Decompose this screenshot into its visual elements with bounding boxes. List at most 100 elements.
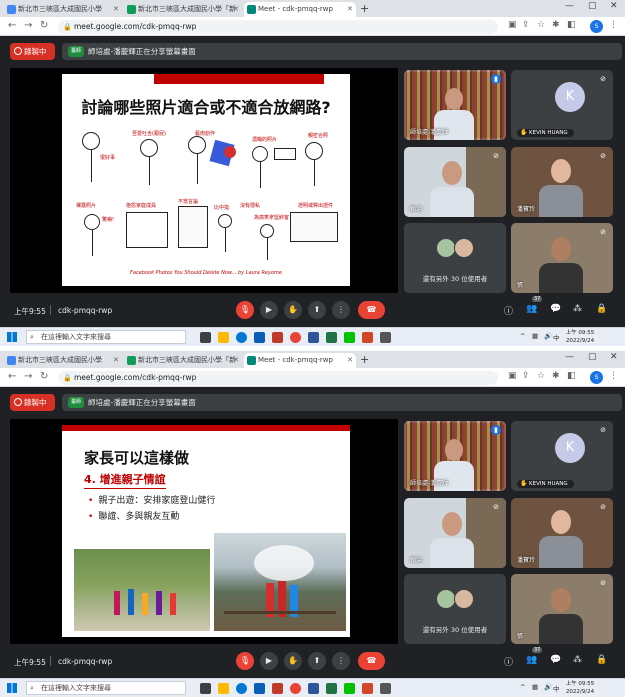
mic-toggle-button[interactable]: 🎙 — [236, 301, 254, 319]
volume-icon[interactable]: 🔊 — [544, 332, 552, 340]
excel-icon[interactable] — [326, 332, 337, 343]
taskbar-clock[interactable]: 上午 09:55 2022/9/24 — [560, 680, 600, 696]
close-icon[interactable]: ✕ — [347, 2, 353, 17]
profile-avatar[interactable]: S — [590, 20, 603, 33]
others-tile[interactable]: 還有另外 30 位使用者 — [404, 223, 506, 293]
close-icon[interactable]: ✕ — [113, 2, 119, 17]
participant-tile-pan[interactable]: ⊘ 潘寶玲 — [511, 147, 613, 217]
sidepanel-icon[interactable]: ◧ — [567, 20, 576, 30]
tab-school-2[interactable]: 新北市三峽區大成國民小學「新 ✕ — [124, 2, 242, 17]
taskbar-search[interactable]: ⌕ 在這裡輸入文字來搜尋 — [26, 330, 186, 344]
word-icon[interactable] — [308, 332, 319, 343]
maximize-icon[interactable]: ▢ — [588, 1, 597, 11]
task-view-icon[interactable] — [200, 683, 211, 694]
participant-tile-chang[interactable]: ⊘ 張 — [511, 574, 613, 644]
sidepanel-icon[interactable]: ◧ — [567, 371, 576, 381]
tray-chevron-icon[interactable]: ^ — [520, 332, 525, 340]
reload-icon[interactable]: ↻ — [40, 371, 48, 382]
participant-tile-presenter[interactable]: ▮ 師培處-潘慶輝 — [404, 70, 506, 140]
forward-icon[interactable]: → — [24, 371, 32, 382]
url-field[interactable]: 🔒 meet.google.com/cdk-pmqq-rwp — [58, 371, 498, 385]
forward-icon[interactable]: → — [24, 20, 32, 31]
people-icon[interactable]: 👥 — [526, 655, 537, 665]
host-controls-icon[interactable]: 🔒 — [596, 304, 607, 314]
participant-tile-kevin[interactable]: K ⊘ ✋ KEVIN HUANG — [511, 70, 613, 140]
office-icon[interactable] — [272, 332, 283, 343]
participant-tile-lai[interactable]: ⊘ 賴滄 — [404, 147, 506, 217]
windows-start-icon[interactable] — [7, 683, 17, 693]
star-icon[interactable]: ☆ — [537, 20, 545, 30]
ime-indicator[interactable]: 中 — [553, 332, 560, 342]
menu-icon[interactable]: ⋮ — [609, 371, 618, 381]
network-icon[interactable]: ▦ — [532, 332, 538, 340]
settings-icon[interactable] — [380, 683, 391, 694]
minimize-icon[interactable]: — — [565, 1, 574, 11]
volume-icon[interactable]: 🔊 — [544, 683, 552, 691]
window-close-icon[interactable]: ✕ — [610, 1, 618, 11]
close-icon[interactable]: ✕ — [233, 2, 239, 17]
tab-meet[interactable]: Meet - cdk-pmqq-rwp ✕ — [244, 353, 356, 368]
line-icon[interactable] — [344, 683, 355, 694]
share-icon[interactable]: ⇪ — [522, 20, 530, 30]
info-icon[interactable]: ⓘ — [504, 655, 513, 668]
activities-icon[interactable]: ⁂ — [573, 655, 582, 665]
tab-meet[interactable]: Meet - cdk-pmqq-rwp ✕ — [244, 2, 356, 17]
menu-icon[interactable]: ⋮ — [609, 20, 618, 30]
minimize-icon[interactable]: — — [565, 352, 574, 362]
back-icon[interactable]: ← — [8, 371, 16, 382]
tab-school-2[interactable]: 新北市三峽區大成國民小學「新 ✕ — [124, 353, 242, 368]
recording-badge[interactable]: 錄製中 — [10, 43, 55, 60]
edge-icon[interactable] — [236, 332, 247, 343]
tab-school-1[interactable]: 新北市三峽區大成國民小學 ✕ — [4, 2, 122, 17]
camera-toggle-button[interactable]: ▶ — [260, 301, 278, 319]
store-icon[interactable] — [254, 332, 265, 343]
new-tab-icon[interactable]: + — [360, 2, 369, 15]
people-icon[interactable]: 👥 — [526, 304, 537, 314]
share-icon[interactable]: ⇪ — [522, 371, 530, 381]
task-view-icon[interactable] — [200, 332, 211, 343]
present-button[interactable]: ⬆ — [308, 652, 326, 670]
store-icon[interactable] — [254, 683, 265, 694]
word-icon[interactable] — [308, 683, 319, 694]
file-explorer-icon[interactable] — [218, 332, 229, 343]
taskbar-clock[interactable]: 上午 09:55 2022/9/24 — [560, 329, 600, 345]
info-icon[interactable]: ⓘ — [504, 304, 513, 317]
profile-avatar[interactable]: S — [590, 371, 603, 384]
participant-tile-pan[interactable]: ⊘ 潘寶玲 — [511, 498, 613, 568]
recording-badge[interactable]: 錄製中 — [10, 394, 55, 411]
participant-tile-presenter[interactable]: ▮ 師培處-潘慶輝 — [404, 421, 506, 491]
chat-icon[interactable]: 💬 — [550, 655, 561, 665]
reload-icon[interactable]: ↻ — [40, 20, 48, 31]
extensions-icon[interactable]: ✱ — [552, 20, 560, 30]
extensions-icon[interactable]: ✱ — [552, 371, 560, 381]
camera-icon[interactable]: ▣ — [508, 371, 517, 381]
present-button[interactable]: ⬆ — [308, 301, 326, 319]
participant-tile-lai[interactable]: ⊘ 賴滄 — [404, 498, 506, 568]
chrome-icon[interactable] — [290, 332, 301, 343]
ime-indicator[interactable]: 中 — [553, 683, 560, 693]
mic-toggle-button[interactable]: 🎙 — [236, 652, 254, 670]
maximize-icon[interactable]: ▢ — [588, 352, 597, 362]
host-controls-icon[interactable]: 🔒 — [596, 655, 607, 665]
leave-call-button[interactable]: ☎ — [358, 301, 385, 319]
new-tab-icon[interactable]: + — [360, 353, 369, 366]
chrome-icon[interactable] — [290, 683, 301, 694]
others-tile[interactable]: 還有另外 30 位使用者 — [404, 574, 506, 644]
file-explorer-icon[interactable] — [218, 683, 229, 694]
participant-tile-kevin[interactable]: K ⊘ ✋ KEVIN HUANG — [511, 421, 613, 491]
camera-toggle-button[interactable]: ▶ — [260, 652, 278, 670]
raise-hand-button[interactable]: ✋ — [284, 652, 302, 670]
window-close-icon[interactable]: ✕ — [610, 352, 618, 362]
edge-icon[interactable] — [236, 683, 247, 694]
close-icon[interactable]: ✕ — [347, 353, 353, 368]
more-options-button[interactable]: ⋮ — [332, 652, 350, 670]
settings-icon[interactable] — [380, 332, 391, 343]
star-icon[interactable]: ☆ — [537, 371, 545, 381]
excel-icon[interactable] — [326, 683, 337, 694]
back-icon[interactable]: ← — [8, 20, 16, 31]
url-field[interactable]: 🔒 meet.google.com/cdk-pmqq-rwp — [58, 20, 498, 34]
tray-chevron-icon[interactable]: ^ — [520, 683, 525, 691]
office-icon[interactable] — [272, 683, 283, 694]
leave-call-button[interactable]: ☎ — [358, 652, 385, 670]
more-options-button[interactable]: ⋮ — [332, 301, 350, 319]
